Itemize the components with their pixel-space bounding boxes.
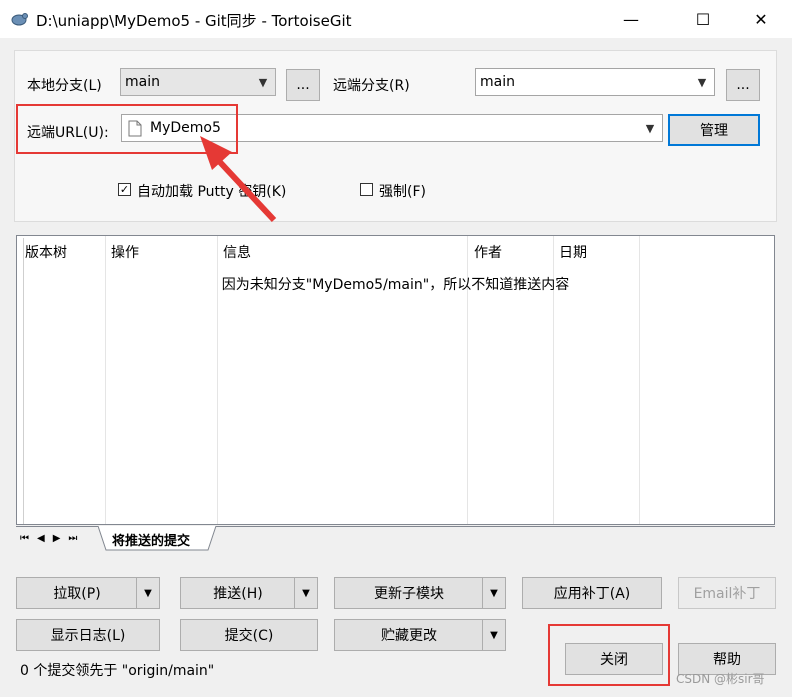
pull-button-label: 拉取(P) (53, 586, 101, 602)
show-log-button[interactable]: 显示日志(L) (16, 619, 160, 651)
stash-button[interactable]: 贮藏更改 ▼ (334, 619, 506, 651)
force-checkbox[interactable] (360, 183, 373, 196)
local-branch-select[interactable]: main ▼ (120, 68, 276, 96)
force-label: 强制(F) (379, 184, 426, 200)
annotation-arrow-icon (200, 136, 277, 223)
commit-button[interactable]: 提交(C) (180, 619, 318, 651)
window-title: D:\uniapp\MyDemo5 - Git同步 - TortoiseGit (36, 12, 352, 30)
push-button[interactable]: 推送(H) ▼ (180, 577, 318, 609)
title-bar: D:\uniapp\MyDemo5 - Git同步 - TortoiseGit … (0, 0, 792, 38)
chevron-down-icon[interactable]: ▼ (294, 578, 317, 608)
tab-commits-to-push[interactable]: 将推送的提交 (112, 530, 190, 549)
close-window-button[interactable]: ✕ (738, 0, 784, 38)
tortoisegit-app-icon (11, 13, 28, 26)
chevron-down-icon: ▼ (697, 75, 707, 89)
chevron-down-icon[interactable]: ▼ (136, 578, 159, 608)
stash-button-label: 贮藏更改 (381, 628, 437, 644)
column-header-graph[interactable]: 版本树 (25, 242, 67, 262)
column-header-author[interactable]: 作者 (474, 242, 502, 262)
minimize-button[interactable]: — (608, 0, 654, 38)
empty-list-message: 因为未知分支"MyDemo5/main"，所以不知道推送内容 (221, 277, 570, 293)
chevron-down-icon: ▼ (258, 75, 268, 89)
tab-bar: ⏮◀▶⏭ 将推送的提交 (16, 526, 775, 552)
remote-branch-browse-button[interactable]: ... (726, 69, 760, 101)
commit-list[interactable]: 版本树 操作 信息 作者 日期 因为未知分支"MyDemo5/main"，所以不… (16, 235, 775, 525)
watermark-text: CSDN @彬sir哥 (676, 672, 765, 686)
column-header-message[interactable]: 信息 (223, 242, 251, 262)
status-text: 0 个提交领先于 "origin/main" (20, 663, 215, 679)
email-patch-button[interactable]: Email补丁 (678, 577, 776, 609)
annotation-highlight-box (548, 624, 670, 686)
local-branch-value: main (125, 74, 160, 90)
tab-scroll-arrows[interactable]: ⏮◀▶⏭ (20, 533, 85, 544)
pull-button[interactable]: 拉取(P) ▼ (16, 577, 160, 609)
column-header-date[interactable]: 日期 (559, 242, 587, 262)
chevron-down-icon[interactable]: ▼ (482, 578, 505, 608)
apply-patch-button[interactable]: 应用补丁(A) (522, 577, 662, 609)
update-submodules-button[interactable]: 更新子模块 ▼ (334, 577, 506, 609)
remote-branch-label: 远端分支(R) (333, 78, 410, 94)
column-header-action[interactable]: 操作 (111, 242, 139, 262)
local-branch-label: 本地分支(L) (27, 78, 102, 94)
update-submodules-label: 更新子模块 (374, 586, 444, 602)
local-branch-browse-button[interactable]: ... (286, 69, 320, 101)
remote-branch-value: main (480, 74, 515, 90)
manage-remotes-button[interactable]: 管理 (668, 114, 760, 146)
maximize-button[interactable]: ☐ (680, 0, 726, 38)
chevron-down-icon: ▼ (645, 121, 655, 135)
push-button-label: 推送(H) (213, 586, 263, 602)
autoload-putty-checkbox[interactable]: ✓ (118, 183, 131, 196)
chevron-down-icon[interactable]: ▼ (482, 620, 505, 650)
remote-branch-select[interactable]: main ▼ (475, 68, 715, 96)
